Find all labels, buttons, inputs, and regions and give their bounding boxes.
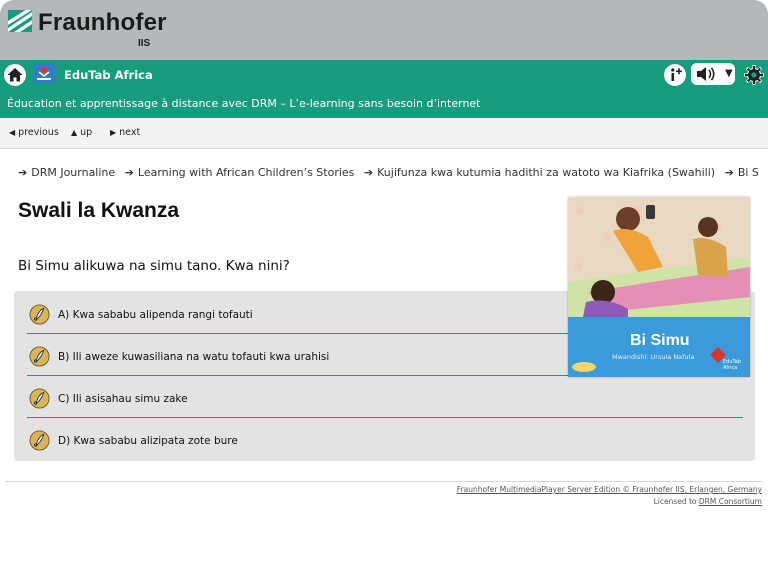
brand-sub: IIS: [138, 38, 151, 49]
breadcrumb-item[interactable]: ➔Bi Simu (Swahili): [725, 166, 758, 179]
info-button[interactable]: [664, 64, 686, 86]
book-cover-image: Bi Simu Mwandishi: Ursula Nafula EduTab …: [568, 197, 750, 377]
quill-pen-icon: [29, 304, 50, 325]
page-nav: ◀ previous ▲ up ▶ next: [0, 118, 768, 149]
home-button[interactable]: [4, 64, 26, 86]
footer-divider: [5, 481, 763, 482]
arrow-right-icon: ➔: [363, 166, 374, 179]
fraunhofer-logo-icon: [8, 10, 32, 32]
drm-consortium-link[interactable]: DRM Consortium: [699, 497, 762, 506]
top-header: Fraunhofer IIS: [0, 0, 768, 60]
triangle-left-icon: ◀: [9, 128, 16, 137]
nav-next-link[interactable]: ▶ next: [110, 127, 140, 138]
app-subtitle: Éducation et apprentissage à distance av…: [7, 97, 481, 110]
gear-icon: [744, 65, 764, 85]
app-bar: EduTab Africa Éducation et apprentissage…: [0, 60, 768, 118]
footer-copyright-link[interactable]: Fraunhofer MultimediaPlayer Server Editi…: [457, 485, 762, 494]
arrow-right-icon: ➔: [124, 166, 134, 179]
triangle-right-icon: ▶: [110, 128, 117, 137]
question-text: Bi Simu alikuwa na simu tano. Kwa nini?: [18, 258, 290, 274]
cover-title: Bi Simu: [630, 332, 690, 349]
breadcrumb-item[interactable]: ➔ DRM Journaline: [18, 166, 115, 179]
arrow-right-icon: ➔: [724, 166, 734, 179]
cover-illustration: Bi Simu Mwandishi: Ursula Nafula EduTab …: [568, 197, 750, 377]
triangle-up-icon: ▲: [71, 128, 78, 137]
app-window: Fraunhofer IIS EduTab Africa Éducation e…: [0, 0, 768, 577]
nav-up-link[interactable]: ▲ up: [71, 127, 92, 138]
breadcrumb-item[interactable]: ➔ Kujifunza kwa kutumia hadithi za watoto…: [364, 166, 715, 179]
answer-option-d[interactable]: D) Kwa sababu alizipata zote bure: [14, 420, 755, 460]
edutab-app-icon: [33, 63, 55, 83]
cover-logo-line2: Africa: [723, 365, 737, 371]
footer-license: Licensed to DRM Consortium: [653, 497, 762, 506]
app-title: EduTab Africa: [64, 68, 153, 82]
nav-previous-link[interactable]: ◀ previous: [9, 127, 59, 138]
answer-divider: [27, 416, 743, 418]
sound-dropdown[interactable]: ▼: [691, 63, 735, 85]
chevron-down-icon: ▼: [725, 68, 733, 79]
breadcrumb-item[interactable]: ➔ Learning with African Children’s Storie…: [125, 166, 355, 179]
cover-author: Mwandishi: Ursula Nafula: [612, 353, 694, 361]
answer-option-c[interactable]: C) Ili asisahau simu zake: [14, 378, 755, 418]
quill-pen-icon: [29, 430, 50, 451]
breadcrumb: ➔ DRM Journaline ➔ Learning with African C…: [18, 166, 758, 182]
quill-pen-icon: [29, 346, 50, 367]
arrow-right-icon: ➔: [18, 166, 28, 179]
home-icon: [7, 68, 23, 82]
brand-name: Fraunhofer: [38, 9, 167, 36]
quill-pen-icon: [29, 388, 50, 409]
question-title: Swali la Kwanza: [18, 199, 180, 222]
info-plus-icon: [671, 68, 682, 81]
settings-button[interactable]: [743, 64, 765, 86]
speaker-icon: [697, 67, 715, 81]
